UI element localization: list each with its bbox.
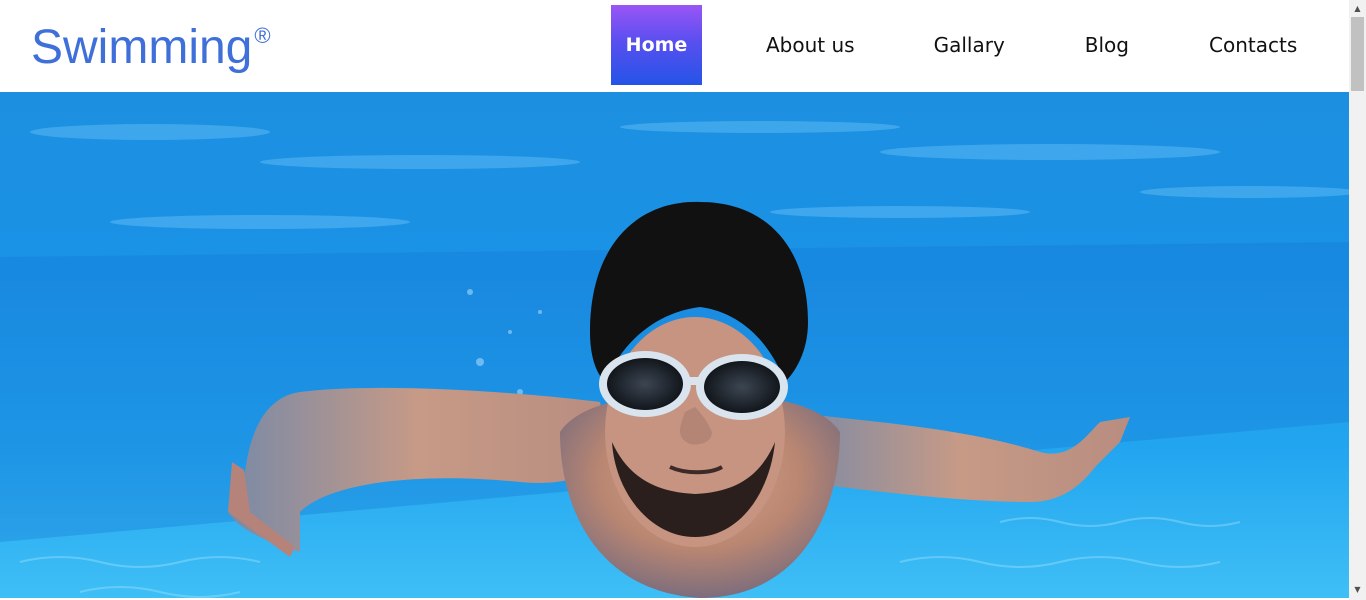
scrollbar-thumb[interactable] (1351, 17, 1364, 91)
logo-text: Swimming (31, 21, 253, 74)
nav-item-home[interactable]: Home (611, 5, 702, 85)
nav-item-contacts[interactable]: Contacts (1209, 5, 1297, 85)
main-nav: Home About us Gallary Blog Contacts (611, 5, 1297, 85)
hero-banner (0, 92, 1349, 598)
triangle-down-icon[interactable]: ▼ (1349, 581, 1366, 598)
vertical-scrollbar[interactable]: ▲ ▼ (1349, 0, 1366, 600)
nav-item-about-us[interactable]: About us (766, 5, 855, 85)
triangle-up-icon[interactable]: ▲ (1349, 0, 1366, 17)
hero-swimmer-image (0, 92, 1349, 598)
site-logo[interactable]: Swimming® (31, 8, 271, 76)
site-header: Swimming® Home About us Gallary Blog Con… (0, 0, 1349, 92)
nav-item-gallary[interactable]: Gallary (934, 5, 1005, 85)
nav-item-blog[interactable]: Blog (1085, 5, 1129, 85)
registered-mark: ® (254, 23, 271, 48)
page: Swimming® Home About us Gallary Blog Con… (0, 0, 1366, 600)
